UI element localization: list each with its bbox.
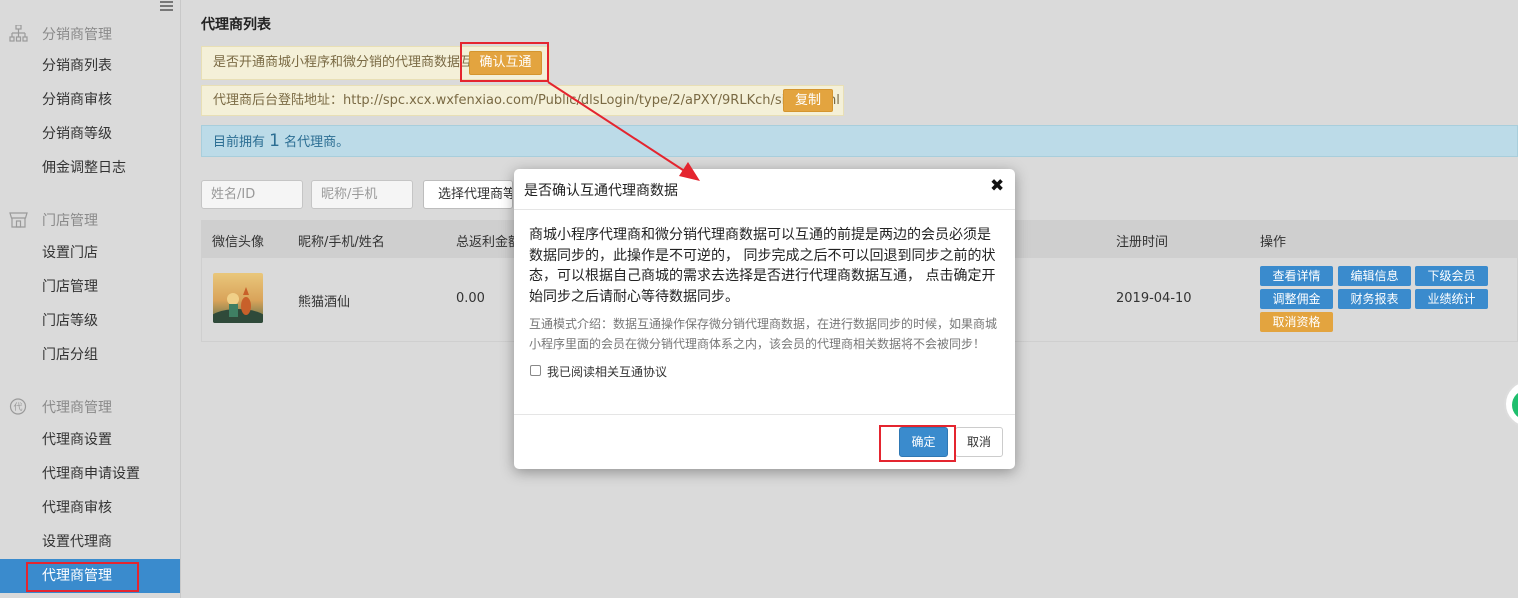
ok-button[interactable]: 确定	[899, 427, 948, 457]
agent-count: 1	[269, 131, 280, 151]
sidebar-item-store-group[interactable]: 门店分组	[0, 338, 181, 372]
agent-count-suffix: 名代理商。	[284, 135, 350, 150]
sidebar-item-agent-manage[interactable]: 代理商管理	[0, 559, 180, 593]
sidebar-item-set-store[interactable]: 设置门店	[0, 236, 181, 270]
agent-icon-glyph: 代	[13, 402, 22, 413]
sidebar-group-label: 代理商管理	[42, 400, 112, 416]
sidebar-item-agent-settings[interactable]: 代理商设置	[0, 423, 181, 457]
store-icon	[9, 212, 28, 228]
agent-level-select[interactable]: 选择代理商等级	[423, 180, 513, 209]
sub-members-button[interactable]: 下级会员	[1415, 266, 1488, 286]
name-id-input[interactable]: 姓名/ID	[201, 180, 303, 209]
sidebar-item-set-agent[interactable]: 设置代理商	[0, 525, 181, 559]
sidebar-item-distributor-review[interactable]: 分销商审核	[0, 83, 181, 117]
performance-stats-button[interactable]: 业绩统计	[1415, 289, 1488, 309]
agent-count-bar: 目前拥有 1 名代理商。	[201, 125, 1518, 157]
sidebar-group-store[interactable]: 门店管理	[0, 202, 181, 236]
finance-report-button[interactable]: 财务报表	[1338, 289, 1411, 309]
sidebar-item-distributor-level[interactable]: 分销商等级	[0, 117, 181, 151]
dialog-title: 是否确认互通代理商数据	[524, 183, 678, 199]
sidebar-item-commission-log[interactable]: 佣金调整日志	[0, 151, 181, 185]
view-detail-button[interactable]: 查看详情	[1260, 266, 1333, 286]
login-url-notice: 代理商后台登陆地址：http://spc.xcx.wxfenxiao.com/P…	[201, 85, 844, 116]
sidebar: 分销商管理 分销商列表 分销商审核 分销商等级 佣金调整日志 门店管理 设置门店…	[0, 0, 181, 598]
th-actions: 操作	[1260, 235, 1287, 250]
sidebar-item-distributor-list[interactable]: 分销商列表	[0, 49, 181, 83]
th-nickname: 昵称/手机/姓名	[298, 235, 385, 250]
org-chart-icon	[9, 25, 28, 42]
confirm-dialog: 是否确认互通代理商数据 ✖ 商城小程序代理商和微分销代理商数据可以互通的前提是两…	[514, 169, 1015, 469]
edit-info-button[interactable]: 编辑信息	[1338, 266, 1411, 286]
row-register-date: 2019-04-10	[1116, 291, 1192, 306]
nickname-phone-input[interactable]: 昵称/手机	[311, 180, 413, 209]
login-url-text: 代理商后台登陆地址：http://spc.xcx.wxfenxiao.com/P…	[213, 93, 840, 108]
adjust-commission-button[interactable]: 调整佣金	[1260, 289, 1333, 309]
dialog-mode-description: 互通模式介绍：数据互通操作保存微分销代理商数据，在进行数据同步的时候，如果商城小…	[529, 317, 998, 351]
agreement-checkbox[interactable]	[530, 365, 541, 376]
sidebar-group-label: 分销商管理	[42, 27, 112, 43]
th-total-rebate: 总返利金额	[456, 235, 522, 250]
th-register-time: 注册时间	[1116, 235, 1169, 250]
interop-notice-text: 是否开通商城小程序和微分销的代理商数据互通	[213, 55, 487, 70]
cancel-qualification-button[interactable]: 取消资格	[1260, 312, 1333, 332]
copy-button[interactable]: 复制	[783, 89, 833, 112]
sidebar-item-store-manage[interactable]: 门店管理	[0, 270, 181, 304]
close-icon[interactable]: ✖	[990, 176, 1004, 196]
dialog-footer-divider	[514, 414, 1015, 415]
avatar	[213, 273, 263, 323]
sidebar-group-distributor[interactable]: 分销商管理	[0, 16, 181, 50]
row-total-rebate: 0.00	[456, 291, 485, 306]
dialog-divider	[514, 209, 1015, 210]
agent-icon: 代	[9, 398, 27, 415]
sidebar-group-label: 门店管理	[42, 213, 98, 229]
sidebar-item-store-level[interactable]: 门店等级	[0, 304, 181, 338]
agreement-checkbox-label[interactable]: 我已阅读相关互通协议	[547, 363, 667, 380]
cancel-button[interactable]: 取消	[955, 427, 1003, 457]
dialog-body-text: 商城小程序代理商和微分销代理商数据可以互通的前提是两边的会员必须是数据同步的，此…	[529, 227, 996, 305]
menu-toggle-icon[interactable]	[160, 1, 173, 12]
th-avatar: 微信头像	[212, 235, 265, 250]
confirm-interop-button[interactable]: 确认互通	[469, 51, 542, 75]
agent-count-prefix: 目前拥有	[213, 135, 266, 150]
page-title: 代理商列表	[201, 17, 271, 33]
sidebar-group-agent[interactable]: 代 代理商管理	[0, 389, 181, 423]
sidebar-item-agent-review[interactable]: 代理商审核	[0, 491, 181, 525]
row-nickname: 熊猫酒仙	[298, 295, 351, 310]
sidebar-item-agent-apply-settings[interactable]: 代理商申请设置	[0, 457, 181, 491]
